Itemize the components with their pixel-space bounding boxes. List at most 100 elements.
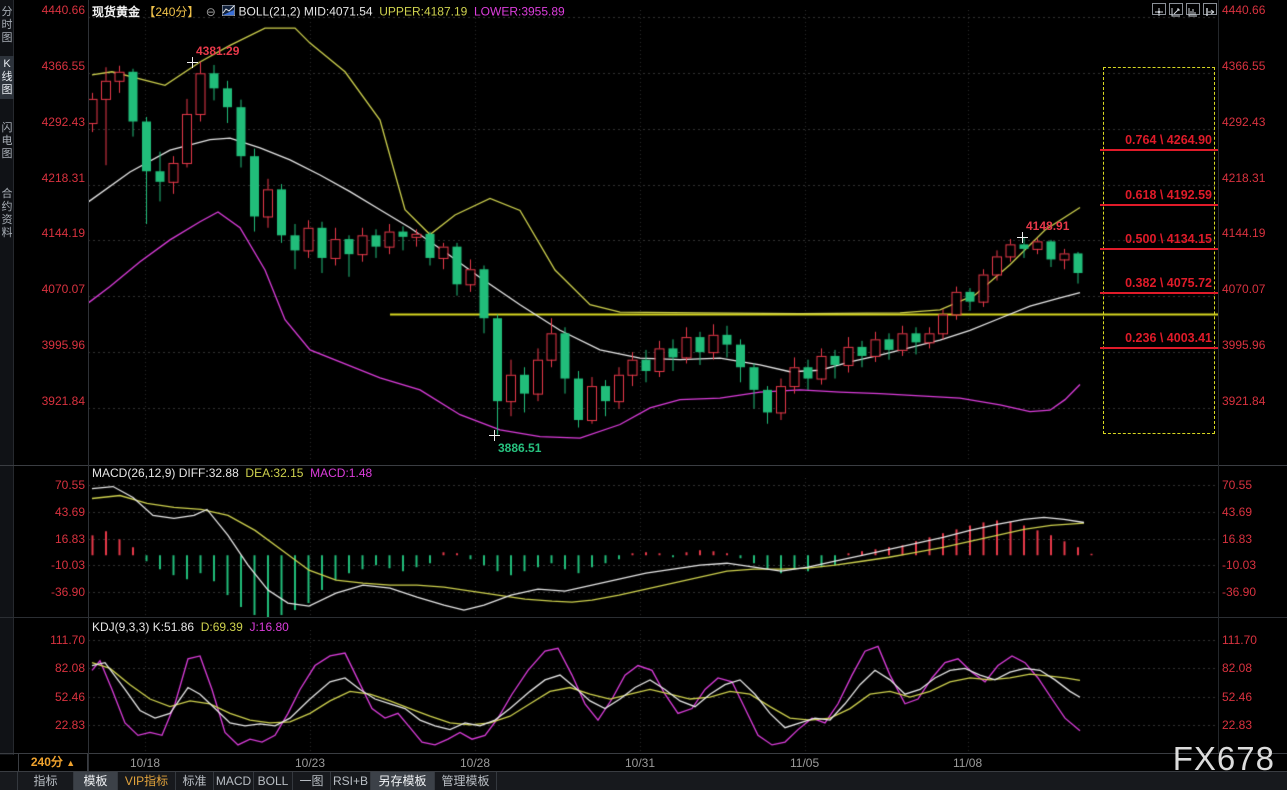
kdj-axis-label-left: 22.83 bbox=[1, 719, 85, 732]
main-chart-canvas[interactable] bbox=[88, 10, 1218, 460]
toolbar-button-10[interactable]: 管理模板 bbox=[435, 772, 497, 790]
chart-type-icon[interactable] bbox=[222, 5, 235, 16]
toolbar-button-9[interactable]: 另存模板 bbox=[371, 772, 435, 790]
toolbar-button-5[interactable]: MACD bbox=[214, 772, 254, 790]
price-axis-label-right: 4292.43 bbox=[1222, 116, 1265, 129]
toolbar-button-2[interactable]: 模板 bbox=[74, 772, 118, 790]
panel-divider bbox=[0, 617, 1287, 618]
date-label: 11/08 bbox=[953, 756, 982, 770]
price-annotation: 3886.51 bbox=[498, 441, 541, 455]
kdj-k-value: K:51.86 bbox=[153, 620, 194, 634]
price-axis-label-right: 4366.55 bbox=[1222, 60, 1265, 73]
macd-title: MACD(26,12,9) bbox=[92, 466, 175, 480]
y-axis-fit-icon[interactable] bbox=[1169, 3, 1183, 15]
price-axis-label-right: 4144.19 bbox=[1222, 227, 1265, 240]
macd-header: MACD(26,12,9) DIFF:32.88 DEA:32.15 MACD:… bbox=[92, 465, 372, 480]
axis-divider bbox=[1218, 0, 1219, 753]
axis-divider bbox=[88, 0, 89, 771]
price-marker-cross bbox=[187, 57, 198, 68]
crosshair-tool-icon[interactable] bbox=[1152, 3, 1166, 15]
macd-diff-value: DIFF:32.88 bbox=[179, 466, 239, 480]
macd-axis-label-right: -36.90 bbox=[1222, 586, 1256, 599]
kdj-axis-label-right: 111.70 bbox=[1222, 634, 1257, 647]
period-selector[interactable]: 240分 ▲ bbox=[18, 754, 88, 771]
toolbar-button-1[interactable]: 指标 bbox=[18, 772, 74, 790]
macd-axis-label-right: -10.03 bbox=[1222, 559, 1256, 572]
macd-dea-value: DEA:32.15 bbox=[245, 466, 303, 480]
date-label: 11/05 bbox=[790, 756, 819, 770]
price-axis-label-right: 3921.84 bbox=[1222, 395, 1265, 408]
bottom-toolbar: 指标模板VIP指标标准MACDBOLL一图RSI+B另存模板管理模板 bbox=[0, 772, 1287, 790]
toolbar-left-pad bbox=[0, 772, 18, 790]
instrument-name: 现货黄金 bbox=[92, 5, 140, 19]
macd-axis-label-right: 16.83 bbox=[1222, 533, 1252, 546]
fib-level-label: 0.764 \ 4264.90 bbox=[1100, 133, 1212, 147]
price-axis-label-right: 3995.96 bbox=[1222, 339, 1265, 352]
fib-level-line[interactable] bbox=[1100, 248, 1218, 250]
kdj-header: KDJ(9,3,3) K:51.86 D:69.39 J:16.80 bbox=[92, 619, 289, 634]
macd-axis-label-left: 43.69 bbox=[1, 506, 85, 519]
kdj-axis-label-left: 82.08 bbox=[1, 662, 85, 675]
price-axis-label-left: 4440.66 bbox=[1, 4, 85, 17]
price-axis-label-left: 4292.43 bbox=[1, 116, 85, 129]
fib-level-label: 0.618 \ 4192.59 bbox=[1100, 188, 1212, 202]
toolbar-button-8[interactable]: RSI+B bbox=[331, 772, 371, 790]
fib-level-line[interactable] bbox=[1100, 204, 1218, 206]
price-axis-label-left: 4144.19 bbox=[1, 227, 85, 240]
boll-upper-value: UPPER:4187.19 bbox=[379, 5, 467, 19]
price-axis-label-right: 4440.66 bbox=[1222, 4, 1265, 17]
price-axis-label-right: 4218.31 bbox=[1222, 172, 1265, 185]
kdj-j-value: J:16.80 bbox=[249, 620, 288, 634]
fib-level-label: 0.382 \ 4075.72 bbox=[1100, 276, 1212, 290]
price-axis-label-left: 4070.07 bbox=[1, 283, 85, 296]
toolbar-button-7[interactable]: 一图 bbox=[293, 772, 331, 790]
kdj-axis-label-left: 52.46 bbox=[1, 691, 85, 704]
boll-mid-value: MID:4071.54 bbox=[304, 5, 373, 19]
fib-level-line[interactable] bbox=[1100, 292, 1218, 294]
date-label: 10/23 bbox=[295, 756, 325, 770]
date-label: 10/18 bbox=[130, 756, 160, 770]
fib-level-line[interactable] bbox=[1100, 149, 1218, 151]
macd-macd-value: MACD:1.48 bbox=[310, 466, 372, 480]
kdj-d-value: D:69.39 bbox=[201, 620, 243, 634]
price-axis-label-left: 4366.55 bbox=[1, 60, 85, 73]
kdj-title: KDJ(9,3,3) bbox=[92, 620, 149, 634]
fib-level-line[interactable] bbox=[1100, 347, 1218, 349]
kdj-axis-label-right: 52.46 bbox=[1222, 691, 1252, 704]
price-marker-cross bbox=[489, 430, 500, 441]
macd-axis-label-right: 70.55 bbox=[1222, 479, 1252, 492]
x-axis-fit-icon[interactable] bbox=[1186, 3, 1200, 15]
kdj-axis-label-right: 22.83 bbox=[1222, 719, 1252, 732]
macd-panel-canvas[interactable] bbox=[88, 478, 1218, 618]
macd-axis-label-left: -36.90 bbox=[1, 586, 85, 599]
chart-application: 分时图K线图闪电图合约资料 现货黄金 【240分】 ⊖ BOLL(21,2) M… bbox=[0, 0, 1287, 790]
period-label: 240分 bbox=[31, 755, 63, 769]
toolbar-button-6[interactable]: BOLL bbox=[254, 772, 293, 790]
date-label: 10/28 bbox=[460, 756, 490, 770]
interval-label: 【240分】 bbox=[143, 5, 199, 19]
price-annotation: 4381.29 bbox=[196, 44, 239, 58]
chart-header: 现货黄金 【240分】 ⊖ BOLL(21,2) MID:4071.54 UPP… bbox=[92, 3, 565, 20]
fibonacci-box[interactable] bbox=[1103, 67, 1215, 434]
panel-divider bbox=[0, 753, 1287, 754]
fib-level-label: 0.236 \ 4003.41 bbox=[1100, 331, 1212, 345]
price-marker-cross bbox=[1017, 232, 1028, 243]
watermark: FX678 bbox=[1173, 740, 1275, 778]
macd-axis-label-left: 70.55 bbox=[1, 479, 85, 492]
date-label: 10/31 bbox=[625, 756, 655, 770]
macd-axis-label-right: 43.69 bbox=[1222, 506, 1252, 519]
price-axis-label-right: 4070.07 bbox=[1222, 283, 1265, 296]
kdj-panel-canvas[interactable] bbox=[88, 630, 1218, 754]
macd-axis-label-left: -10.03 bbox=[1, 559, 85, 572]
price-annotation: 4148.91 bbox=[1026, 219, 1069, 233]
toolbar-button-4[interactable]: 标准 bbox=[176, 772, 214, 790]
price-axis-label-left: 4218.31 bbox=[1, 172, 85, 185]
scroll-to-latest-icon[interactable] bbox=[1203, 3, 1217, 15]
fib-level-label: 0.500 \ 4134.15 bbox=[1100, 232, 1212, 246]
kdj-axis-label-right: 82.08 bbox=[1222, 662, 1252, 675]
boll-lower-value: LOWER:3955.89 bbox=[474, 5, 565, 19]
price-axis-label-left: 3995.96 bbox=[1, 339, 85, 352]
boll-settings-label: BOLL(21,2) bbox=[238, 5, 300, 19]
collapse-indicator-icon[interactable]: ⊖ bbox=[203, 5, 219, 19]
toolbar-button-3[interactable]: VIP指标 bbox=[118, 772, 176, 790]
